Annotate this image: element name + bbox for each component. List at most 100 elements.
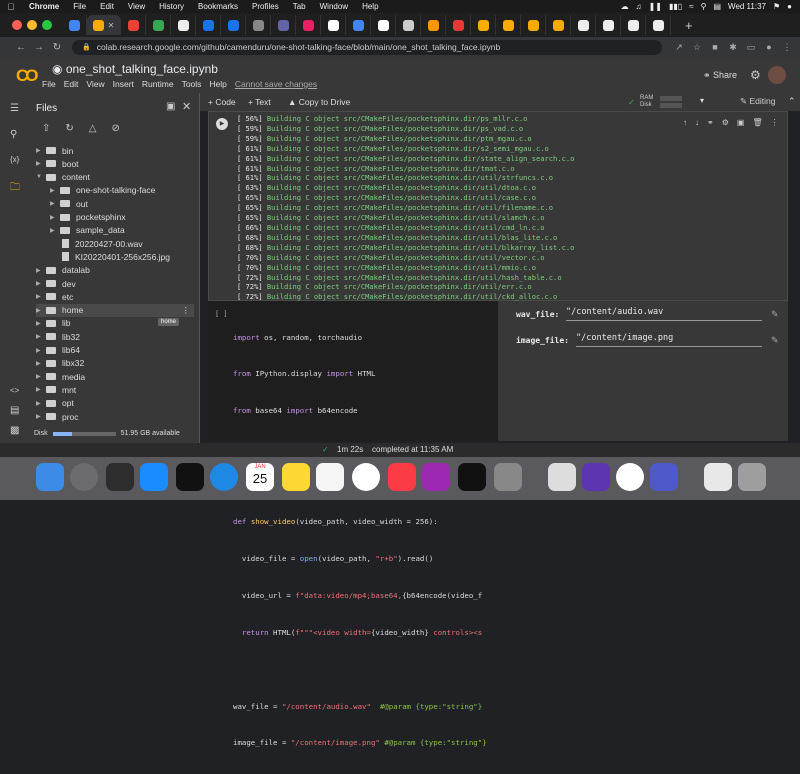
file-tree-file[interactable]: 20220427-00.wav: [50, 237, 143, 250]
menu-file[interactable]: File: [66, 2, 93, 11]
colab-menu-tools[interactable]: Tools: [182, 79, 202, 89]
chrome-icon[interactable]: [616, 463, 644, 491]
chevron-right-icon[interactable]: ▶: [36, 413, 46, 420]
colab-menu-file[interactable]: File: [42, 79, 56, 89]
menu-edit[interactable]: Edit: [93, 2, 121, 11]
copy-to-drive-button[interactable]: ▲ Copy to Drive: [288, 97, 350, 107]
chevron-right-icon[interactable]: ▶: [36, 307, 46, 314]
folder-icon[interactable]: 🗀: [10, 180, 20, 197]
chevron-right-icon[interactable]: ▶: [36, 320, 46, 327]
menu-window[interactable]: Window: [313, 2, 355, 11]
new-tab-icon[interactable]: +: [685, 18, 693, 33]
edit-pencil-icon[interactable]: ✎: [771, 335, 779, 346]
photos-icon[interactable]: [352, 463, 380, 491]
chevron-right-icon[interactable]: ▶: [36, 386, 46, 393]
bookmark-star-icon[interactable]: ☆: [688, 42, 706, 53]
chevron-right-icon[interactable]: ▶: [50, 227, 60, 234]
run-cell-button[interactable]: ▶: [216, 118, 228, 130]
finder-icon[interactable]: [36, 463, 64, 491]
music-app-icon[interactable]: [388, 463, 416, 491]
wifi-icon[interactable]: ≈: [689, 2, 693, 11]
unsaved-changes-link[interactable]: Cannot save changes: [235, 79, 317, 89]
file-tree-folder[interactable]: ▶ pocketsphinx: [50, 211, 126, 224]
file-tree-folder[interactable]: ▶ lib32: [36, 330, 80, 343]
code-editor[interactable]: import os, random, torchaudio from IPyth…: [233, 307, 487, 774]
hide-files-icon[interactable]: ⊘: [111, 123, 119, 134]
move-down-icon[interactable]: ↓: [695, 118, 699, 127]
collapse-icon[interactable]: ⌃: [788, 96, 796, 107]
back-icon[interactable]: ←: [12, 42, 30, 53]
control-center-icon[interactable]: ▤: [713, 2, 721, 11]
zoom-window-button[interactable]: [42, 20, 52, 30]
chevron-right-icon[interactable]: ▶: [36, 280, 46, 287]
resource-monitor[interactable]: RAM Disk: [640, 95, 653, 109]
emacs-icon[interactable]: [582, 463, 610, 491]
wav-file-input[interactable]: "/content/audio.wav: [566, 307, 762, 321]
close-icon[interactable]: ✕: [108, 21, 115, 30]
colab-menu-view[interactable]: View: [86, 79, 104, 89]
file-tree-folder[interactable]: ▶ datalab: [36, 264, 90, 277]
link-icon[interactable]: ⚭: [707, 118, 714, 127]
app-menu-chrome[interactable]: Chrome: [22, 2, 66, 11]
user-avatar[interactable]: [768, 66, 786, 84]
menu-profiles[interactable]: Profiles: [245, 2, 286, 11]
colab-menu-edit[interactable]: Edit: [64, 79, 79, 89]
siri-icon[interactable]: ●: [787, 2, 792, 11]
chevron-right-icon[interactable]: ▶: [36, 333, 46, 340]
forward-icon[interactable]: →: [30, 42, 48, 53]
close-panel-icon[interactable]: ✕: [182, 100, 191, 113]
share-page-icon[interactable]: ↗: [670, 42, 688, 53]
share-button[interactable]: ⚭ Share: [703, 70, 737, 81]
document-icon[interactable]: [704, 463, 732, 491]
file-tree-folder[interactable]: ▼ content: [36, 171, 90, 184]
mirror-cell-icon[interactable]: ▣: [737, 118, 745, 127]
upload-file-icon[interactable]: ⇧: [42, 123, 50, 134]
terminal-icon[interactable]: ▩: [10, 425, 19, 436]
chevron-right-icon[interactable]: ▶: [50, 187, 60, 194]
tab-active[interactable]: ✕: [87, 15, 121, 35]
profile-avatar[interactable]: ●: [760, 42, 778, 52]
photo-booth-icon[interactable]: [106, 463, 134, 491]
apple-tv-icon[interactable]: [458, 463, 486, 491]
open-in-tab-icon[interactable]: ▣: [166, 101, 175, 112]
safari-icon[interactable]: [210, 463, 238, 491]
file-tree-folder[interactable]: ▶ libx32: [36, 357, 84, 370]
pause-icon[interactable]: ❚❚: [649, 2, 662, 11]
extension-icon[interactable]: ■: [706, 42, 724, 52]
menu-tab[interactable]: Tab: [286, 2, 313, 11]
file-tree-folder[interactable]: ▶ mnt: [36, 383, 76, 396]
chevron-right-icon[interactable]: ▶: [36, 400, 46, 407]
command-palette-icon[interactable]: ▤: [10, 405, 19, 416]
dropdown-icon[interactable]: ▾: [700, 96, 704, 105]
colab-menu-insert[interactable]: Insert: [113, 79, 134, 89]
refresh-folder-icon[interactable]: ↻: [65, 123, 73, 134]
add-text-button[interactable]: + Text: [248, 97, 271, 107]
terminal-app-icon[interactable]: [176, 463, 204, 491]
url-bar[interactable]: 🔒 colab.research.google.com/github/camen…: [72, 39, 662, 55]
reload-icon[interactable]: ↻: [48, 42, 66, 53]
settings-gear-icon[interactable]: ⚙: [750, 68, 761, 82]
search-icon[interactable]: ⚲: [701, 2, 707, 11]
system-preferences-icon[interactable]: [494, 463, 522, 491]
editing-mode[interactable]: ✎ Editing: [740, 96, 775, 107]
clock[interactable]: Wed 11:37: [728, 2, 766, 11]
variables-icon[interactable]: {x}: [10, 155, 19, 164]
mount-drive-icon[interactable]: △: [89, 123, 97, 134]
colab-logo-icon[interactable]: CO: [16, 66, 38, 86]
execution-duration[interactable]: 1m 22s: [337, 445, 363, 454]
menu-history[interactable]: History: [152, 2, 191, 11]
xcode-icon[interactable]: [548, 463, 576, 491]
podcasts-icon[interactable]: [422, 463, 450, 491]
trash-icon[interactable]: [738, 463, 766, 491]
menu-bookmarks[interactable]: Bookmarks: [191, 2, 245, 11]
code-cell[interactable]: [ ] import os, random, torchaudio from I…: [208, 301, 498, 747]
puzzle-icon[interactable]: ✱: [724, 42, 742, 53]
chevron-right-icon[interactable]: ▶: [36, 373, 46, 380]
file-tree-folder[interactable]: ▶ lib64: [36, 344, 80, 357]
chevron-right-icon[interactable]: ▶: [50, 214, 60, 221]
move-up-icon[interactable]: ↑: [683, 118, 687, 127]
image-file-input[interactable]: "/content/image.png: [576, 333, 762, 347]
battery-icon[interactable]: ▮▮▯: [669, 2, 682, 11]
cloud-icon[interactable]: ☁: [621, 2, 629, 11]
more-vert-icon[interactable]: ⋮: [182, 305, 195, 316]
